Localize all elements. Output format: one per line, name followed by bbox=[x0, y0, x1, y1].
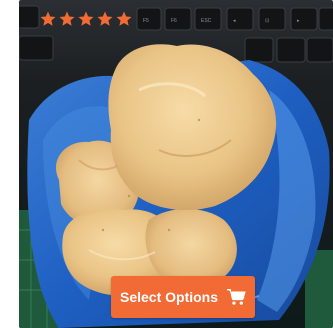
product-card[interactable]: F5 F6 ESC ◂ ⊡ ▸ Select Options bbox=[19, 0, 333, 328]
select-options-label: Select Options bbox=[119, 289, 219, 305]
star-icon bbox=[97, 11, 113, 26]
star-icon bbox=[59, 11, 75, 26]
svg-text:F6: F6 bbox=[171, 18, 177, 24]
svg-text:ESC: ESC bbox=[201, 18, 212, 24]
star-icon bbox=[78, 11, 94, 26]
select-options-button[interactable]: Select Options bbox=[111, 276, 255, 318]
star-rating bbox=[39, 10, 133, 28]
svg-text:⊡: ⊡ bbox=[265, 18, 269, 24]
star-icon bbox=[40, 11, 56, 26]
cart-icon bbox=[227, 289, 246, 305]
svg-text:F5: F5 bbox=[143, 18, 149, 24]
star-icon bbox=[116, 11, 132, 26]
